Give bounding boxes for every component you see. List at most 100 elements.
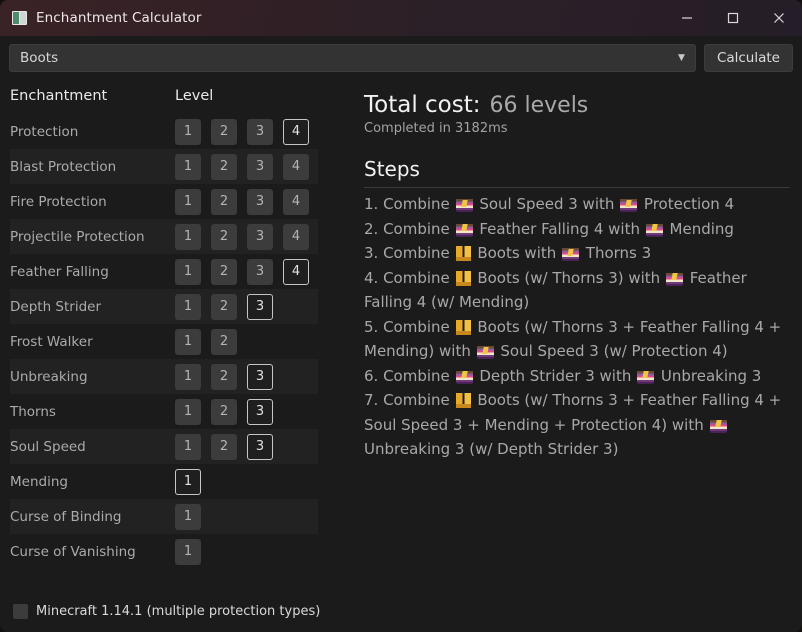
level-button[interactable]: 4 bbox=[283, 223, 309, 250]
level-button[interactable]: 3 bbox=[247, 153, 273, 180]
enchanted-book-icon bbox=[562, 246, 580, 261]
level-button[interactable]: 3 bbox=[247, 398, 273, 425]
step-item: 2. Combine Feather Falling 4 with Mendin… bbox=[364, 217, 788, 242]
step-item: 3. Combine Boots with Thorns 3 bbox=[364, 241, 788, 266]
table-row: Depth Strider 1 2 3 bbox=[10, 289, 318, 324]
maximize-icon[interactable] bbox=[710, 0, 756, 36]
step-text-b: Thorns 3 bbox=[581, 244, 652, 262]
results-panel: Total cost: 66 levels Completed in 3182m… bbox=[348, 78, 802, 632]
table-row: Feather Falling 1 2 3 4 bbox=[10, 254, 318, 289]
enchanted-book-icon bbox=[476, 344, 494, 359]
level-button[interactable]: 2 bbox=[211, 363, 237, 390]
steps-list: 1. Combine Soul Speed 3 with Protection … bbox=[364, 192, 788, 462]
item-type-select[interactable]: Boots ▼ bbox=[9, 44, 696, 72]
level-button[interactable]: 1 bbox=[175, 328, 201, 355]
level-button[interactable]: 4 bbox=[283, 118, 309, 145]
step-text-a: Feather Falling 4 with bbox=[474, 219, 645, 238]
level-button[interactable]: 1 bbox=[175, 363, 201, 390]
step-prefix: 5. Combine bbox=[364, 317, 455, 336]
level-button[interactable]: 2 bbox=[211, 258, 237, 285]
level-button[interactable]: 3 bbox=[247, 433, 273, 460]
close-icon[interactable] bbox=[756, 0, 802, 36]
enchanted-book-icon bbox=[645, 221, 663, 237]
steps-divider bbox=[364, 187, 790, 188]
enchantment-name: Blast Protection bbox=[10, 158, 117, 175]
enchanted-book-icon bbox=[709, 417, 727, 433]
step-prefix: 3. Combine bbox=[364, 244, 455, 262]
level-button[interactable]: 3 bbox=[247, 258, 273, 285]
enchantment-rows: Protection 1 2 3 4 Blast Protection 1 2 3 4 Fire P… bbox=[10, 114, 318, 569]
version-checkbox-label: Minecraft 1.14.1 (multiple protection ty… bbox=[36, 603, 321, 619]
enchantment-name: Fire Protection bbox=[10, 193, 107, 210]
level-button[interactable]: 2 bbox=[211, 188, 237, 215]
step-text-b: Protection 4 bbox=[639, 195, 735, 213]
calculate-button[interactable]: Calculate bbox=[703, 44, 793, 72]
level-button[interactable]: 3 bbox=[247, 118, 273, 145]
table-row: Projectile Protection 1 2 3 4 bbox=[10, 219, 318, 254]
level-button[interactable]: 1 bbox=[175, 258, 201, 285]
minimize-icon[interactable] bbox=[664, 0, 710, 36]
total-cost-label: Total cost: bbox=[364, 92, 481, 118]
steps-heading: Steps bbox=[364, 157, 420, 181]
level-button[interactable]: 2 bbox=[211, 328, 237, 355]
level-button[interactable]: 1 bbox=[175, 468, 201, 495]
level-button[interactable]: 2 bbox=[211, 223, 237, 250]
table-header: Enchantment Level bbox=[10, 78, 348, 114]
level-button[interactable]: 1 bbox=[175, 433, 201, 460]
level-button-group: 1 bbox=[175, 503, 201, 530]
level-button[interactable]: 3 bbox=[247, 293, 273, 320]
level-button[interactable]: 2 bbox=[211, 153, 237, 180]
level-button-group: 1234 bbox=[175, 118, 309, 145]
level-button-group: 1234 bbox=[175, 153, 309, 180]
level-button[interactable]: 1 bbox=[175, 188, 201, 215]
table-row: Curse of Binding 1 bbox=[10, 499, 318, 534]
level-button[interactable]: 4 bbox=[283, 188, 309, 215]
step-item: 6. Combine Depth Strider 3 with Unbreaki… bbox=[364, 364, 788, 389]
table-row: Mending 1 bbox=[10, 464, 318, 499]
version-checkbox-row[interactable]: Minecraft 1.14.1 (multiple protection ty… bbox=[10, 600, 348, 632]
level-button[interactable]: 3 bbox=[247, 363, 273, 390]
enchantment-name: Soul Speed bbox=[10, 438, 86, 455]
enchantment-panel: Enchantment Level Protection 1 2 3 4 Blast Pr… bbox=[0, 78, 348, 632]
level-button[interactable]: 4 bbox=[283, 258, 309, 285]
level-button[interactable]: 1 bbox=[175, 538, 201, 565]
level-button[interactable]: 1 bbox=[175, 293, 201, 320]
level-button[interactable]: 2 bbox=[211, 118, 237, 145]
level-button-group: 1234 bbox=[175, 188, 309, 215]
level-button[interactable]: 1 bbox=[175, 503, 201, 530]
item-type-value: Boots bbox=[20, 50, 59, 66]
level-button-group: 123 bbox=[175, 433, 273, 460]
level-button[interactable]: 3 bbox=[247, 188, 273, 215]
level-button[interactable]: 2 bbox=[211, 293, 237, 320]
step-text-a: Soul Speed 3 with bbox=[474, 195, 620, 213]
title-bar: Enchantment Calculator bbox=[0, 0, 802, 36]
enchanted-book-icon bbox=[637, 368, 655, 384]
level-button[interactable]: 4 bbox=[283, 153, 309, 180]
version-checkbox[interactable] bbox=[13, 603, 28, 619]
enchanted-book-icon bbox=[455, 197, 473, 212]
application-window: Enchantment Calculator Boots ▼ Calculate… bbox=[0, 0, 802, 632]
level-button-group: 1 bbox=[175, 468, 201, 495]
level-button[interactable]: 3 bbox=[247, 223, 273, 250]
level-button[interactable]: 2 bbox=[211, 433, 237, 460]
enchantment-name: Projectile Protection bbox=[10, 228, 145, 245]
enchanted-book-icon bbox=[665, 270, 683, 286]
enchantment-name: Feather Falling bbox=[10, 263, 109, 280]
chevron-down-icon: ▼ bbox=[678, 52, 685, 63]
toolbar: Boots ▼ Calculate bbox=[0, 36, 802, 78]
window-controls bbox=[664, 0, 802, 36]
step-prefix: 6. Combine bbox=[364, 366, 455, 385]
boots-icon bbox=[455, 246, 471, 262]
level-button[interactable]: 1 bbox=[175, 153, 201, 180]
enchantment-name: Unbreaking bbox=[10, 368, 88, 385]
level-button[interactable]: 1 bbox=[175, 223, 201, 250]
level-button[interactable]: 1 bbox=[175, 118, 201, 145]
level-button-group: 1 bbox=[175, 538, 201, 565]
level-button-group: 1234 bbox=[175, 223, 309, 250]
level-button[interactable]: 1 bbox=[175, 398, 201, 425]
total-cost-row: Total cost: 66 levels bbox=[364, 92, 788, 118]
step-prefix: 7. Combine bbox=[364, 391, 455, 409]
level-button-group: 123 bbox=[175, 363, 273, 390]
step-text-a: Boots (w/ Thorns 3) with bbox=[472, 268, 665, 287]
level-button[interactable]: 2 bbox=[211, 398, 237, 425]
